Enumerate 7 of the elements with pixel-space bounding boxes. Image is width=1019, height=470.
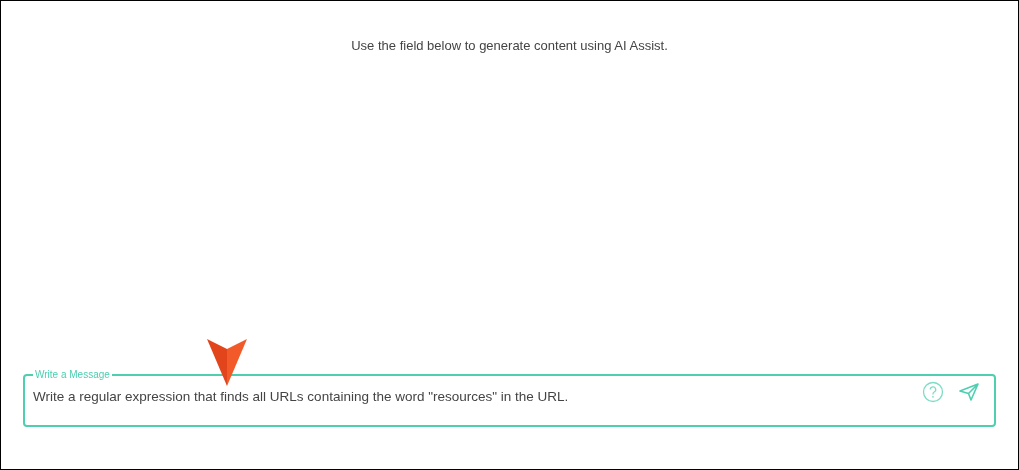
hint-text: Use the field below to generate content using AI Assist. <box>351 38 668 54</box>
help-icon[interactable] <box>922 381 944 404</box>
send-icon[interactable] <box>958 381 980 404</box>
message-box[interactable]: Write a Message Write a regular expression that finds all URLs containing the word "resources" in the URL. <box>23 369 996 427</box>
message-field[interactable]: Write a regular expression that finds all URLs containing the word "resources" in the URL. <box>33 387 906 408</box>
pointer-icon <box>207 339 247 386</box>
field-label: Write a Message <box>34 369 111 381</box>
